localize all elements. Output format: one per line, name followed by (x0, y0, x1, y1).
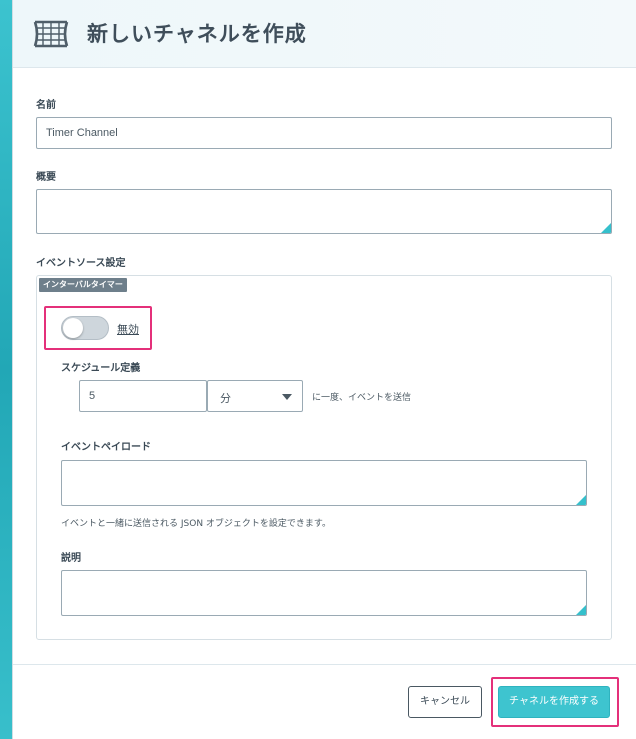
event-source-label: イベントソース設定 (36, 258, 126, 269)
create-channel-button[interactable]: チャネルを作成する (498, 686, 610, 718)
create-channel-modal: 新しいチャネルを作成 名前 概要 イベントソース設定 インターバルタイマー 無効… (12, 0, 636, 739)
name-input[interactable] (36, 117, 612, 149)
unit-selected-value: 分 (220, 392, 231, 405)
cancel-button[interactable]: キャンセル (408, 686, 482, 718)
modal-header: 新しいチャネルを作成 (13, 0, 636, 68)
schedule-suffix: に一度、イベントを送信 (312, 393, 412, 403)
channel-icon (33, 20, 69, 48)
description-textarea[interactable] (36, 189, 612, 234)
enable-toggle[interactable] (61, 316, 109, 340)
explanation-label: 説明 (61, 553, 81, 564)
modal-title: 新しいチャネルを作成 (87, 22, 307, 46)
interval-unit-select[interactable]: 分 (207, 380, 303, 412)
toggle-status-label[interactable]: 無効 (117, 321, 139, 337)
toggle-knob (63, 318, 83, 338)
payload-hint: イベントと一緒に送信される JSON オブジェクトを設定できます。 (61, 519, 332, 529)
name-label: 名前 (36, 100, 56, 111)
background-strip (0, 0, 12, 739)
resize-handle-icon[interactable] (576, 495, 586, 505)
chevron-down-icon (282, 394, 292, 400)
resize-handle-icon[interactable] (601, 223, 611, 233)
explanation-textarea[interactable] (61, 570, 587, 616)
modal-footer: キャンセル チャネルを作成する (13, 664, 636, 739)
interval-timer-tag: インターバルタイマー (39, 278, 127, 292)
payload-textarea[interactable] (61, 460, 587, 506)
event-source-panel: インターバルタイマー 無効 スケジュール定義 分 に一度、イベントを送信 イベン… (36, 275, 612, 640)
payload-label: イベントペイロード (61, 442, 151, 453)
schedule-label: スケジュール定義 (61, 363, 141, 374)
description-label: 概要 (36, 172, 56, 183)
resize-handle-icon[interactable] (576, 605, 586, 615)
interval-value-input[interactable] (79, 380, 207, 412)
